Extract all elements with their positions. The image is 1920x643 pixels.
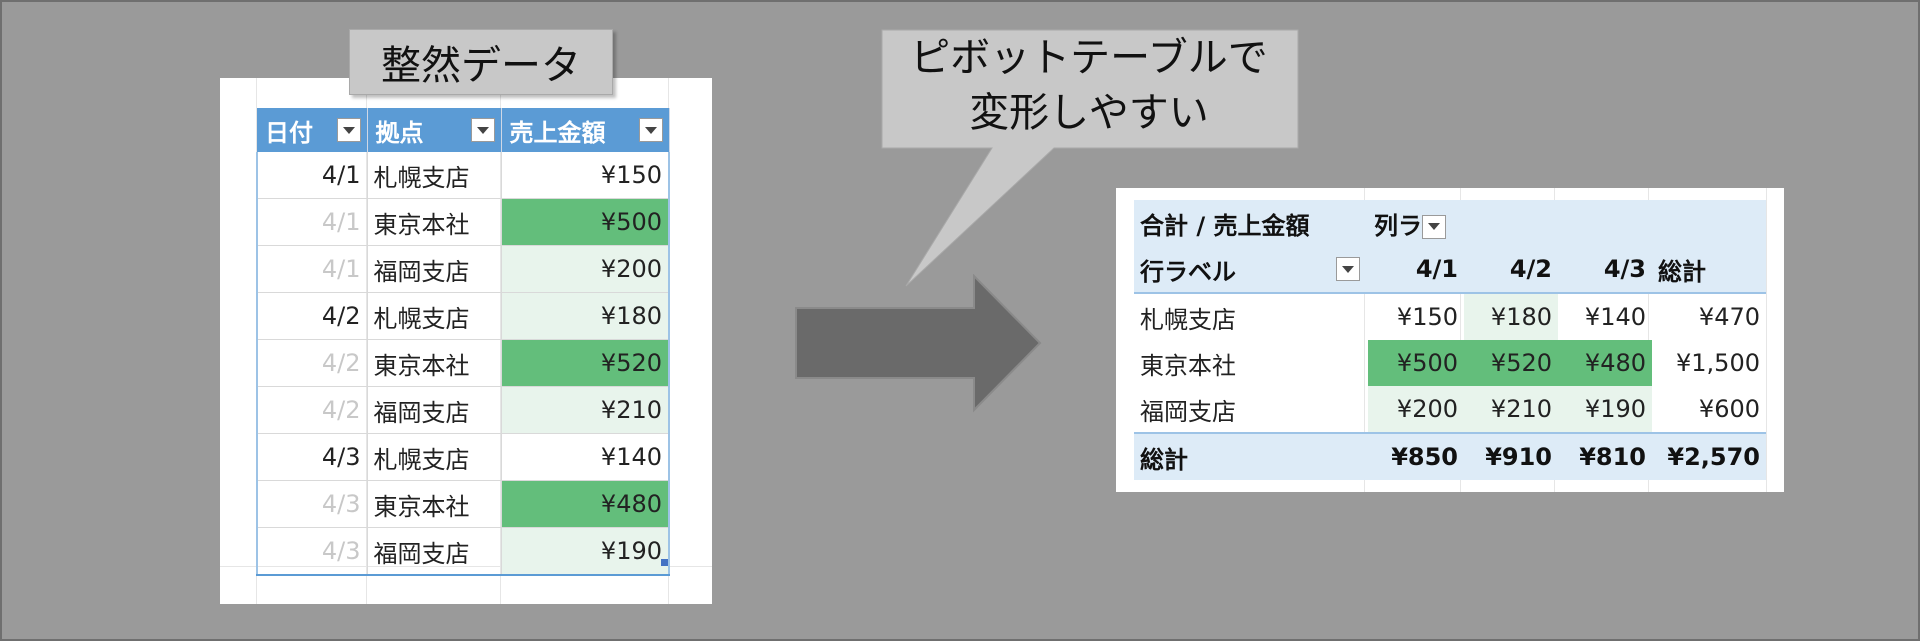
- pivot-value-cell[interactable]: ¥180: [1464, 293, 1558, 340]
- pivot-value-cell[interactable]: ¥140: [1558, 293, 1652, 340]
- pivot-row: 東京本社 ¥500 ¥520 ¥480 ¥1,500: [1134, 340, 1766, 386]
- pivot-column-labels-cell: 列ラ: [1368, 200, 1766, 246]
- pivot-col-header: 4/3: [1558, 246, 1652, 294]
- pivot-total-cell[interactable]: ¥810: [1558, 432, 1652, 480]
- pivot-value-cell[interactable]: ¥190: [1558, 386, 1652, 433]
- speech-line-2: 変形しやすい: [969, 90, 1209, 136]
- pivot-row-label[interactable]: 東京本社: [1134, 340, 1368, 386]
- pivot-value-cell[interactable]: ¥150: [1368, 293, 1464, 340]
- pivot-value-cell[interactable]: ¥520: [1464, 340, 1558, 386]
- pivot-column-labels: 列ラ: [1374, 211, 1422, 240]
- row-filter-dropdown-icon[interactable]: [1336, 257, 1360, 281]
- pivot-value-cell[interactable]: ¥200: [1368, 386, 1464, 433]
- pivot-row: 札幌支店 ¥150 ¥180 ¥140 ¥470: [1134, 293, 1766, 340]
- pivot-value-cell[interactable]: ¥210: [1464, 386, 1558, 433]
- pivot-value-header-row: 合計 / 売上金額 列ラ: [1134, 200, 1766, 246]
- pivot-sheet: 合計 / 売上金額 列ラ 行ラベル 4/1 4/2 4/3 総計 札幌支店 ¥15…: [1116, 188, 1784, 492]
- pivot-col-header: 4/1: [1368, 246, 1464, 294]
- pivot-value-cell[interactable]: ¥500: [1368, 340, 1464, 386]
- pivot-value-cell[interactable]: ¥470: [1652, 293, 1766, 340]
- pivot-table: 合計 / 売上金額 列ラ 行ラベル 4/1 4/2 4/3 総計 札幌支店 ¥15…: [1134, 200, 1766, 480]
- pivot-row-labels: 行ラベル: [1140, 257, 1236, 286]
- pivot-col-header: 総計: [1652, 246, 1766, 294]
- pivot-row: 福岡支店 ¥200 ¥210 ¥190 ¥600: [1134, 386, 1766, 433]
- pivot-row-label[interactable]: 札幌支店: [1134, 293, 1368, 340]
- pivot-value-field: 合計 / 売上金額: [1134, 200, 1368, 246]
- pivot-total-cell[interactable]: ¥2,570: [1652, 432, 1766, 480]
- pivot-row-labels-cell: 行ラベル: [1134, 246, 1368, 294]
- right-arrow-icon: [795, 274, 1042, 413]
- pivot-column-header-row: 行ラベル 4/1 4/2 4/3 総計: [1134, 246, 1766, 294]
- pivot-value-cell[interactable]: ¥600: [1652, 386, 1766, 433]
- pivot-value-cell[interactable]: ¥1,500: [1652, 340, 1766, 386]
- column-filter-dropdown-icon[interactable]: [1422, 214, 1446, 239]
- pivot-value-cell[interactable]: ¥480: [1558, 340, 1652, 386]
- pivot-total-row: 総計 ¥850 ¥910 ¥810 ¥2,570: [1134, 432, 1766, 480]
- pivot-total-cell[interactable]: ¥850: [1368, 432, 1464, 480]
- slide-canvas: 日付 拠点 売上金額 4/1 札幌支店 ¥150 4/1 東京本社 ¥500 4/1 福岡支店…: [0, 0, 1920, 641]
- pivot-total-cell[interactable]: ¥910: [1464, 432, 1558, 480]
- pivot-row-label[interactable]: 福岡支店: [1134, 386, 1368, 433]
- pivot-total-label[interactable]: 総計: [1134, 432, 1368, 480]
- speech-bubble-text: ピボットテーブルで 変形しやすい: [882, 31, 1296, 141]
- speech-line-1: ピボットテーブルで: [910, 35, 1268, 81]
- pivot-col-header: 4/2: [1464, 246, 1558, 294]
